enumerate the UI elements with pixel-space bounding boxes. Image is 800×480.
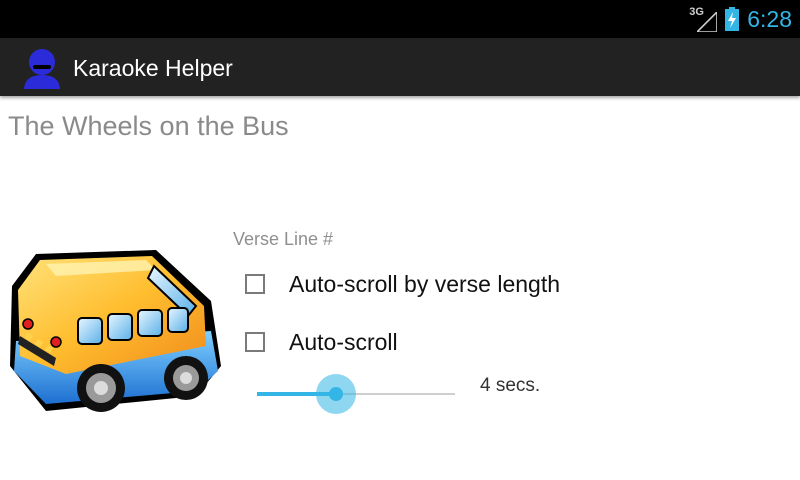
scroll-delay-slider[interactable] <box>257 372 457 416</box>
verse-line-label: Verse Line # <box>233 229 334 249</box>
auto-scroll-label: Auto-scroll <box>289 328 398 355</box>
status-icons: 3G 6:28 <box>689 4 792 34</box>
auto-scroll-verse-checkbox[interactable] <box>245 274 265 294</box>
status-clock: 6:28 <box>747 6 792 32</box>
auto-scroll-checkbox[interactable] <box>245 332 265 352</box>
battery-icon <box>725 7 740 31</box>
auto-scroll-verse-row[interactable]: Auto-scroll by verse length <box>245 269 560 299</box>
signal-icon: 3G <box>689 6 718 32</box>
slider-thumb[interactable] <box>329 387 343 401</box>
song-title: The Wheels on the Bus <box>8 111 289 141</box>
scroll-delay-value: 4 secs. <box>480 375 541 396</box>
auto-scroll-row[interactable]: Auto-scroll <box>245 327 398 357</box>
school-bus-image <box>6 246 226 418</box>
app-title: Karaoke Helper <box>73 55 233 81</box>
person-icon[interactable] <box>22 47 62 89</box>
auto-scroll-verse-label: Auto-scroll by verse length <box>289 270 561 297</box>
status-bar: 3G 6:28 <box>0 0 800 38</box>
action-bar: Karaoke Helper <box>0 38 800 96</box>
